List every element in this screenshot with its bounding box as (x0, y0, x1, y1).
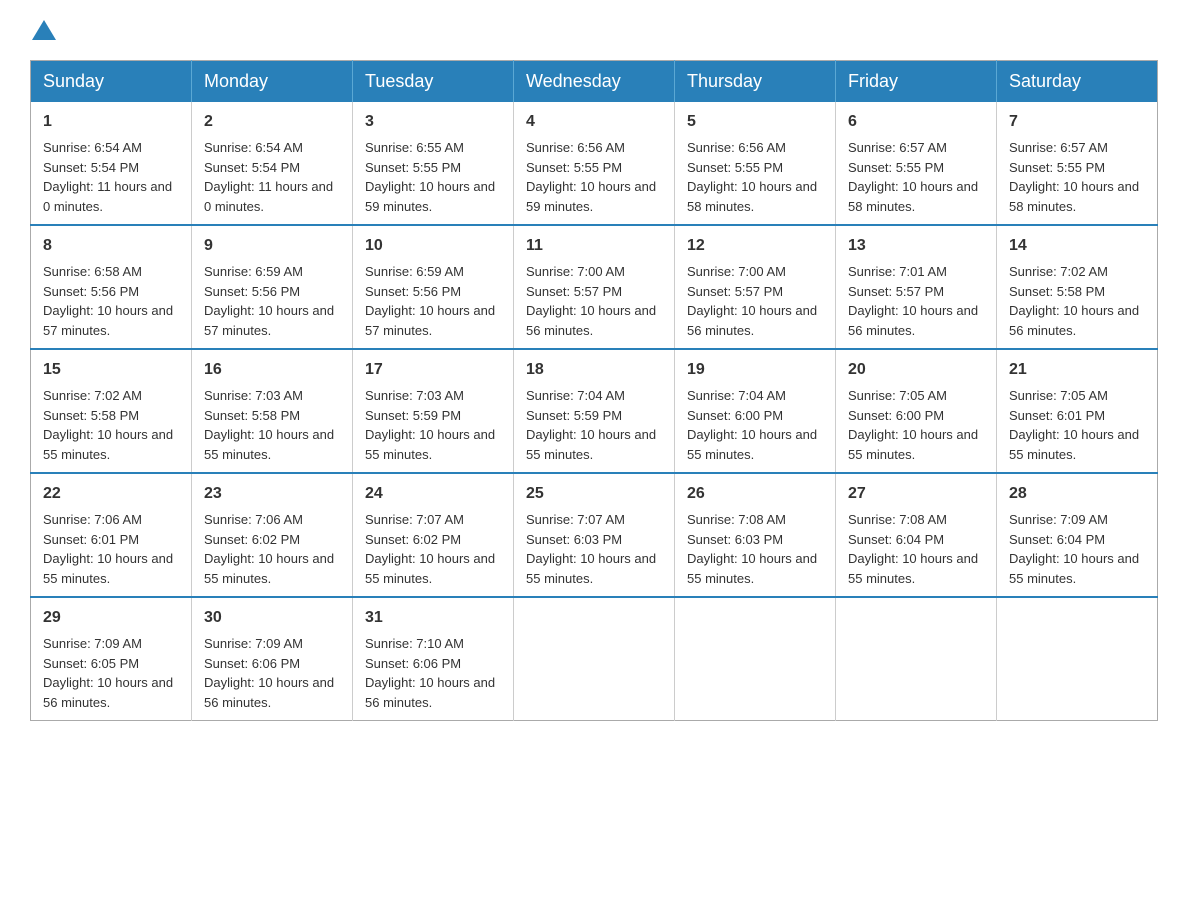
logo-triangle-icon (32, 20, 56, 40)
calendar-day-cell: 10Sunrise: 6:59 AMSunset: 5:56 PMDayligh… (353, 225, 514, 349)
calendar-day-cell: 15Sunrise: 7:02 AMSunset: 5:58 PMDayligh… (31, 349, 192, 473)
calendar-week-row: 1Sunrise: 6:54 AMSunset: 5:54 PMDaylight… (31, 102, 1158, 225)
calendar-day-cell: 17Sunrise: 7:03 AMSunset: 5:59 PMDayligh… (353, 349, 514, 473)
calendar-day-cell: 30Sunrise: 7:09 AMSunset: 6:06 PMDayligh… (192, 597, 353, 721)
calendar-day-cell: 24Sunrise: 7:07 AMSunset: 6:02 PMDayligh… (353, 473, 514, 597)
weekday-header-wednesday: Wednesday (514, 61, 675, 103)
day-number: 17 (365, 358, 501, 382)
day-number: 8 (43, 234, 179, 258)
day-number: 2 (204, 110, 340, 134)
day-number: 10 (365, 234, 501, 258)
day-number: 25 (526, 482, 662, 506)
weekday-header-friday: Friday (836, 61, 997, 103)
weekday-header-monday: Monday (192, 61, 353, 103)
calendar-day-cell: 13Sunrise: 7:01 AMSunset: 5:57 PMDayligh… (836, 225, 997, 349)
calendar-day-cell: 7Sunrise: 6:57 AMSunset: 5:55 PMDaylight… (997, 102, 1158, 225)
calendar-day-cell: 22Sunrise: 7:06 AMSunset: 6:01 PMDayligh… (31, 473, 192, 597)
day-number: 12 (687, 234, 823, 258)
day-number: 31 (365, 606, 501, 630)
day-number: 5 (687, 110, 823, 134)
calendar-day-cell: 29Sunrise: 7:09 AMSunset: 6:05 PMDayligh… (31, 597, 192, 721)
calendar-day-cell: 18Sunrise: 7:04 AMSunset: 5:59 PMDayligh… (514, 349, 675, 473)
calendar-day-cell: 8Sunrise: 6:58 AMSunset: 5:56 PMDaylight… (31, 225, 192, 349)
weekday-header-sunday: Sunday (31, 61, 192, 103)
calendar-day-cell: 12Sunrise: 7:00 AMSunset: 5:57 PMDayligh… (675, 225, 836, 349)
day-number: 23 (204, 482, 340, 506)
day-number: 20 (848, 358, 984, 382)
logo (30, 20, 58, 40)
day-number: 24 (365, 482, 501, 506)
day-number: 9 (204, 234, 340, 258)
day-number: 28 (1009, 482, 1145, 506)
day-number: 16 (204, 358, 340, 382)
calendar-day-cell: 4Sunrise: 6:56 AMSunset: 5:55 PMDaylight… (514, 102, 675, 225)
calendar-day-cell: 5Sunrise: 6:56 AMSunset: 5:55 PMDaylight… (675, 102, 836, 225)
calendar-day-cell: 2Sunrise: 6:54 AMSunset: 5:54 PMDaylight… (192, 102, 353, 225)
day-number: 30 (204, 606, 340, 630)
day-number: 13 (848, 234, 984, 258)
day-number: 15 (43, 358, 179, 382)
day-number: 27 (848, 482, 984, 506)
calendar-day-cell: 21Sunrise: 7:05 AMSunset: 6:01 PMDayligh… (997, 349, 1158, 473)
day-number: 19 (687, 358, 823, 382)
day-number: 11 (526, 234, 662, 258)
calendar-day-cell: 28Sunrise: 7:09 AMSunset: 6:04 PMDayligh… (997, 473, 1158, 597)
calendar-day-cell: 1Sunrise: 6:54 AMSunset: 5:54 PMDaylight… (31, 102, 192, 225)
calendar-day-cell: 14Sunrise: 7:02 AMSunset: 5:58 PMDayligh… (997, 225, 1158, 349)
calendar-day-cell: 20Sunrise: 7:05 AMSunset: 6:00 PMDayligh… (836, 349, 997, 473)
calendar-table: SundayMondayTuesdayWednesdayThursdayFrid… (30, 60, 1158, 721)
day-number: 3 (365, 110, 501, 134)
calendar-day-cell (997, 597, 1158, 721)
calendar-week-row: 8Sunrise: 6:58 AMSunset: 5:56 PMDaylight… (31, 225, 1158, 349)
calendar-day-cell: 25Sunrise: 7:07 AMSunset: 6:03 PMDayligh… (514, 473, 675, 597)
day-number: 6 (848, 110, 984, 134)
calendar-day-cell (836, 597, 997, 721)
calendar-day-cell: 19Sunrise: 7:04 AMSunset: 6:00 PMDayligh… (675, 349, 836, 473)
calendar-week-row: 29Sunrise: 7:09 AMSunset: 6:05 PMDayligh… (31, 597, 1158, 721)
calendar-day-cell: 3Sunrise: 6:55 AMSunset: 5:55 PMDaylight… (353, 102, 514, 225)
day-number: 22 (43, 482, 179, 506)
calendar-header-row: SundayMondayTuesdayWednesdayThursdayFrid… (31, 61, 1158, 103)
page-header (30, 20, 1158, 40)
calendar-day-cell: 26Sunrise: 7:08 AMSunset: 6:03 PMDayligh… (675, 473, 836, 597)
day-number: 14 (1009, 234, 1145, 258)
calendar-day-cell: 11Sunrise: 7:00 AMSunset: 5:57 PMDayligh… (514, 225, 675, 349)
calendar-day-cell: 9Sunrise: 6:59 AMSunset: 5:56 PMDaylight… (192, 225, 353, 349)
day-number: 26 (687, 482, 823, 506)
day-number: 1 (43, 110, 179, 134)
calendar-week-row: 15Sunrise: 7:02 AMSunset: 5:58 PMDayligh… (31, 349, 1158, 473)
weekday-header-thursday: Thursday (675, 61, 836, 103)
calendar-day-cell: 16Sunrise: 7:03 AMSunset: 5:58 PMDayligh… (192, 349, 353, 473)
day-number: 29 (43, 606, 179, 630)
weekday-header-tuesday: Tuesday (353, 61, 514, 103)
day-number: 21 (1009, 358, 1145, 382)
calendar-day-cell: 27Sunrise: 7:08 AMSunset: 6:04 PMDayligh… (836, 473, 997, 597)
calendar-day-cell: 31Sunrise: 7:10 AMSunset: 6:06 PMDayligh… (353, 597, 514, 721)
calendar-day-cell (514, 597, 675, 721)
calendar-day-cell: 23Sunrise: 7:06 AMSunset: 6:02 PMDayligh… (192, 473, 353, 597)
day-number: 7 (1009, 110, 1145, 134)
calendar-week-row: 22Sunrise: 7:06 AMSunset: 6:01 PMDayligh… (31, 473, 1158, 597)
weekday-header-saturday: Saturday (997, 61, 1158, 103)
calendar-day-cell: 6Sunrise: 6:57 AMSunset: 5:55 PMDaylight… (836, 102, 997, 225)
calendar-day-cell (675, 597, 836, 721)
day-number: 4 (526, 110, 662, 134)
day-number: 18 (526, 358, 662, 382)
